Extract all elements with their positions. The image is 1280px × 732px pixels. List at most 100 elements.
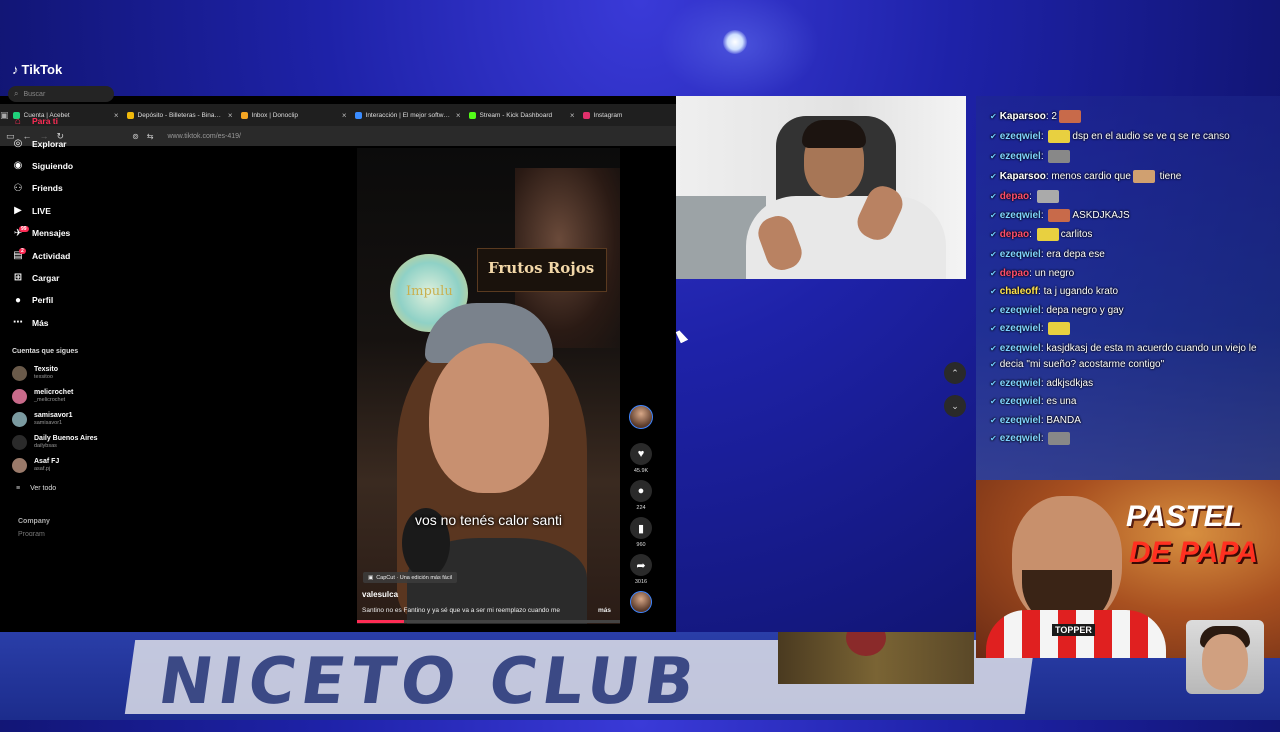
chat-username[interactable]: depao [1000,268,1029,279]
chat-username[interactable]: ezeqwiel [1000,396,1041,407]
nav-item-para-ti[interactable]: ⌂ Para ti [12,110,122,132]
chat-message: ✔ ezeqwiel: BANDA [990,415,1081,426]
list-icon: ≡ [16,485,21,492]
following-icon: ◉ [13,160,23,172]
comment-button[interactable]: ● [630,480,652,502]
chat-text: adkjsdkjas [1046,378,1094,389]
emote-icon [1048,130,1071,143]
video-player[interactable]: Frutos Rojos Impulu vos no tenés calor s… [357,148,620,624]
tab-actions-icon[interactable]: ▣ [0,110,9,121]
chat-username[interactable]: ezeqwiel [1000,249,1041,260]
nav-item-más[interactable]: ⋯ Más [12,312,122,334]
following-name: Daily Buenos Aires [34,435,98,442]
see-all-link[interactable]: ≡ Ver todo [16,485,56,492]
nav-item-cargar[interactable]: ⊞ Cargar [12,267,122,289]
chat-text: dsp en el audio se ve q se re canso [1072,131,1230,143]
verified-icon: ✔ [990,416,997,425]
close-icon[interactable]: × [342,111,347,120]
nav-item-actividad[interactable]: ▤ 2 Actividad [12,244,122,266]
share-count: 3016 [634,579,648,585]
url-text[interactable]: www.tiktok.com/es-419/ [167,133,241,140]
video-progress[interactable] [357,620,620,623]
browser-tab[interactable]: Inbox | Donoclip × [237,104,351,126]
share-button[interactable]: ➦ [630,554,652,576]
following-item[interactable]: Asaf FJ asaf.pj [12,454,122,477]
creator-avatar[interactable] [629,405,653,429]
close-icon[interactable]: × [456,111,461,120]
search-icon: ⌕ [14,89,19,98]
verified-icon: ✔ [990,344,997,353]
emote-icon [1058,110,1081,123]
nav-item-label: Cargar [32,272,60,283]
chat-message: ✔ Kaparsoo: 2 [990,110,1083,123]
nav-item-friends[interactable]: ⚇ Friends [12,177,122,199]
chat-message: ✔ decia "mi sueño? acostarme contigo" [990,358,1164,371]
following-item[interactable]: Texsito texsitoo [12,362,122,385]
chat-username[interactable]: ezeqwiel [1000,433,1041,444]
following-item[interactable]: melicrochet _melicrochet [12,385,122,408]
chat-username[interactable]: chaleoff [1000,286,1038,297]
chat-username[interactable]: ezeqwiel [1000,378,1041,389]
chevron-up-icon: ⌃ [951,367,959,378]
chat-message: ✔ ezeqwiel: kasjdkasj de esta m acuerdo c… [990,343,1257,354]
chat-username[interactable]: ezeqwiel [1000,343,1041,354]
hair [802,120,866,148]
capcut-tag[interactable]: ▣ CapCut · Una edición más fácil [363,572,458,583]
tiktok-logo[interactable]: ♪ TikTok [12,62,62,77]
chat-username[interactable]: depao [1000,229,1029,240]
chat-text: decia "mi sueño? acostarme contigo" [999,359,1165,370]
chat-username[interactable]: ezeqwiel [1000,151,1041,162]
nav-item-label: Para ti [32,116,58,127]
notification-badge: 99 [19,225,29,232]
chat-text: un negro [1034,268,1075,279]
comment-count: 224 [636,505,646,511]
video-username[interactable]: valesulca [362,590,398,599]
chat-username[interactable]: Kaparsoo [1000,111,1046,122]
chat-username[interactable]: depao [1000,191,1029,202]
save-button[interactable]: ▮ [630,517,652,539]
nav-item-explorar[interactable]: ◎ Explorar [12,132,122,154]
following-handle: samisavor1 [34,420,63,426]
chat-username[interactable]: ezeqwiel [1000,131,1041,142]
close-icon[interactable]: × [228,111,233,120]
banner-text: NICETO CLUB [153,645,705,719]
company-link[interactable]: Company [18,518,50,525]
nav-item-perfil[interactable]: ● Perfil [12,289,122,311]
chat-username[interactable]: ezeqwiel [1000,305,1041,316]
search-input[interactable]: ⌕ Buscar [8,86,114,102]
tune-icon[interactable]: ⇆ [147,132,154,141]
close-icon[interactable]: × [570,111,575,120]
chat-message: ✔ ezeqwiel: ASKDJKAJS [990,209,1130,222]
program-link[interactable]: Program [18,531,45,536]
verified-icon: ✔ [990,379,997,388]
tab-favicon-icon [126,111,134,119]
nav-item-label: Friends [32,183,63,194]
prev-video-button[interactable]: ⌃ [944,362,966,384]
browser-tab[interactable]: Stream - Kick Dashboard × [465,104,579,126]
following-item[interactable]: Daily Buenos Aires dailybsas [12,431,122,454]
chat-username[interactable]: ezeqwiel [1000,210,1041,221]
nav-item-mensajes[interactable]: ✈ 99 Mensajes [12,222,122,244]
emote-icon [1048,209,1071,222]
chat-message: ✔ ezeqwiel: [990,150,1072,163]
verified-icon: ✔ [990,112,997,122]
site-info-icon[interactable]: ⊚ [132,132,139,141]
notification-badge: 2 [19,248,26,255]
food-stand-sign: Frutos Rojos [477,248,607,292]
like-button[interactable]: ♥ [630,443,652,465]
verified-icon: ✔ [990,324,997,334]
browser-tab[interactable]: Depósito - Billeteras - Binance × [123,104,237,126]
profile-icon: ● [14,294,22,306]
sound-disc[interactable] [630,591,652,613]
more-link[interactable]: más [598,607,611,614]
chat-message: ✔ Kaparsoo: menos cardio que tiene [990,170,1181,183]
nav-item-live[interactable]: ▶ LIVE [12,200,122,222]
next-video-button[interactable]: ⌄ [944,395,966,417]
following-item[interactable]: samisavor1 samisavor1 [12,408,122,431]
chat-username[interactable]: ezeqwiel [1000,323,1041,334]
chat-username[interactable]: ezeqwiel [1000,415,1041,426]
nav-item-siguiendo[interactable]: ◉ Siguiendo [12,155,122,177]
avatar [12,366,27,381]
browser-tab[interactable]: Interacción | El mejor software d × [351,104,465,126]
chat-username[interactable]: Kaparsoo [1000,171,1046,182]
